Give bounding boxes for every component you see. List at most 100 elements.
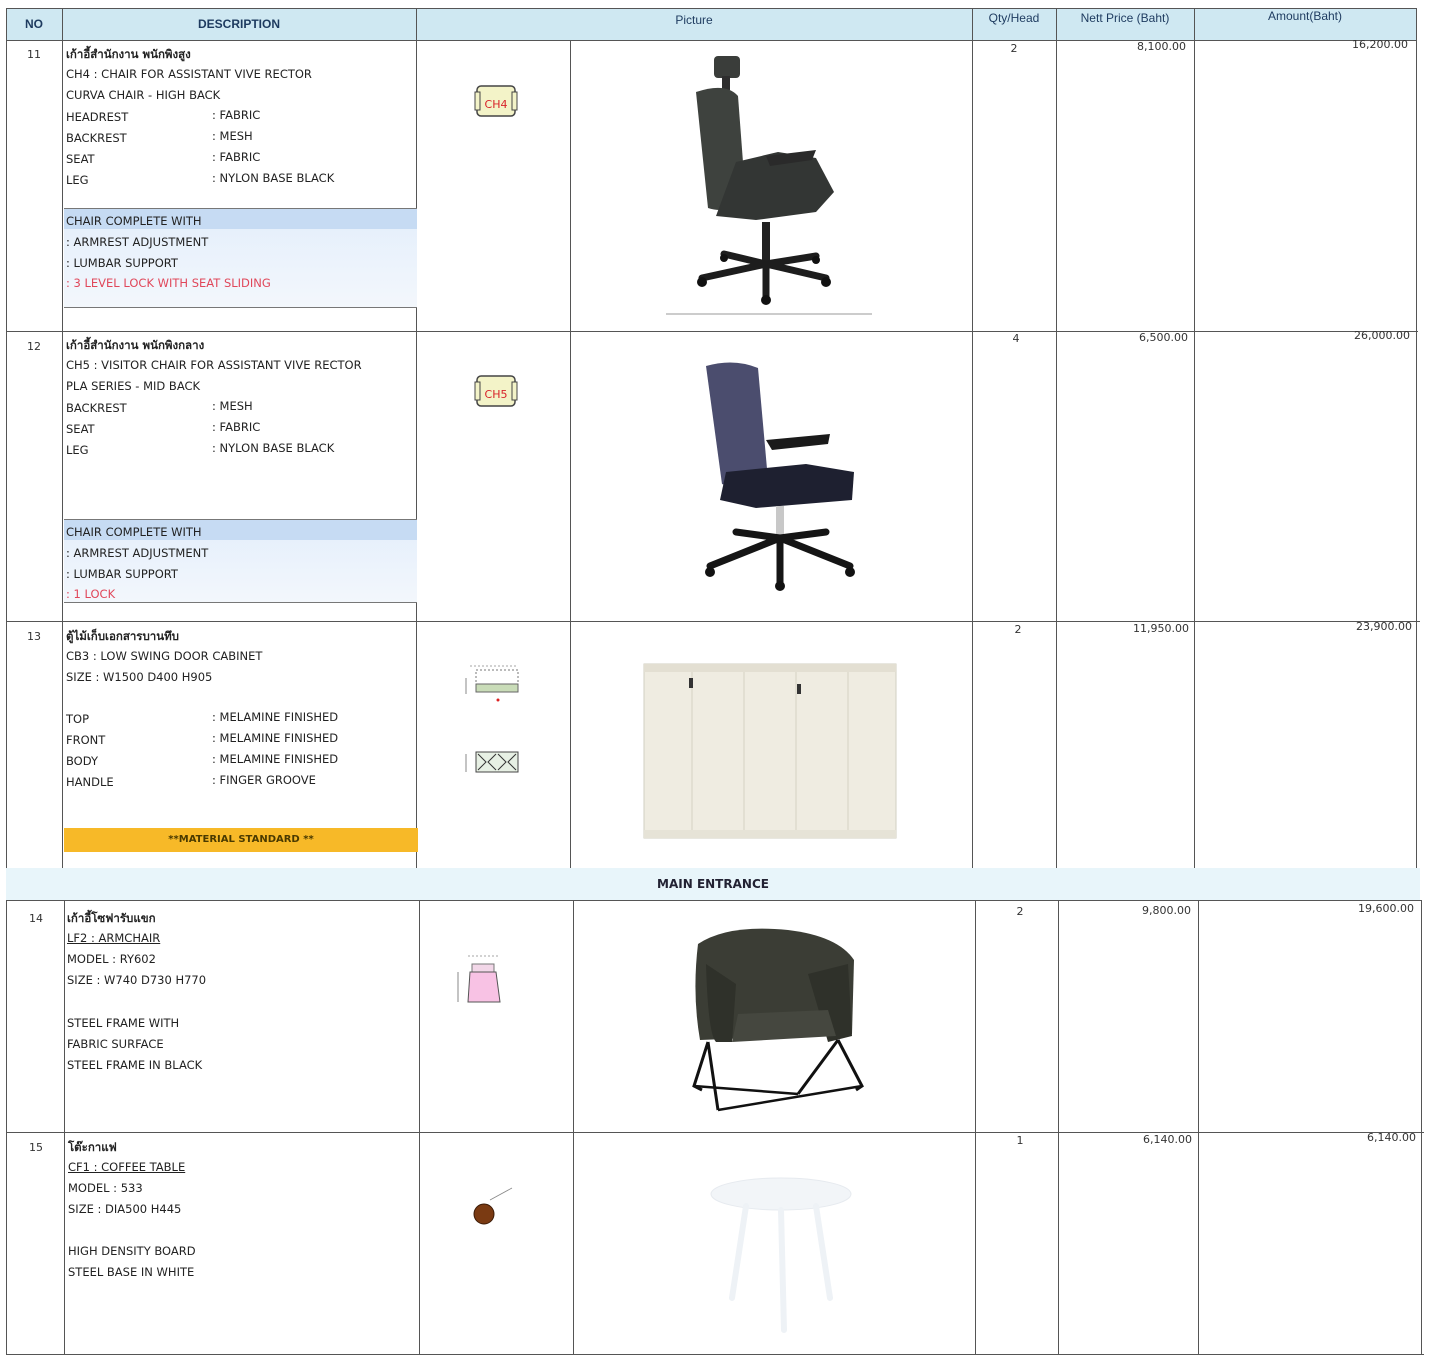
item-size: SIZE : DIA500 H445 [68,1202,182,1216]
price-value: 9,800.00 [1142,904,1191,917]
feature-item: : ARMREST ADJUSTMENT [66,546,209,560]
item-model: MODEL : 533 [68,1181,143,1195]
spec-value: : MESH [212,129,253,143]
spec-value: : FABRIC [212,108,261,122]
price-value: 6,500.00 [1139,331,1188,344]
item-note: HIGH DENSITY BOARD [68,1244,196,1258]
item-code: CH5 : VISITOR CHAIR FOR ASSISTANT VIVE R… [66,358,362,372]
feature-item: : LUMBAR SUPPORT [66,567,178,581]
grid-line [1058,900,1059,1355]
spec-value: : MELAMINE FINISHED [212,710,339,724]
grid-line [975,900,976,1355]
plan-tag-text: CH4 [485,98,508,111]
grid-line [1416,8,1417,868]
amount-value: 26,000.00 [1354,329,1410,342]
item-note: FABRIC SURFACE [67,1037,164,1051]
qty-value: 1 [1016,1134,1024,1147]
header-price: Nett Price (Baht) [1080,11,1170,25]
spec-key: BACKREST [66,401,127,415]
item-number: 15 [29,1141,43,1154]
item-note: STEEL BASE IN WHITE [68,1265,195,1279]
chair-complete-box: CHAIR COMPLETE WITH : ARMREST ADJUSTMENT… [64,208,417,308]
item-thai-name: เก้าอี้โซฟารับแขก [67,911,156,925]
spec-value: : MELAMINE FINISHED [212,731,339,745]
amount-value: 19,600.00 [1358,902,1414,915]
chair-complete-box: CHAIR COMPLETE WITH : ARMREST ADJUSTMENT… [64,519,417,603]
item-number: 12 [27,340,41,353]
material-standard-banner: **MATERIAL STANDARD ** [64,828,418,852]
spec-key: FRONT [66,733,106,747]
grid-line [6,900,1422,901]
item-code: CH4 : CHAIR FOR ASSISTANT VIVE RECTOR [66,67,312,81]
spec-value: : FABRIC [212,150,261,164]
spec-value: : NYLON BASE BLACK [212,171,335,185]
header-description: DESCRIPTION [197,17,280,31]
grid-line [64,900,65,1355]
item-model: PLA SERIES - MID BACK [66,379,201,393]
spec-key: LEG [66,173,89,187]
header-amount: Amount(Baht) [1267,9,1343,23]
chair-complete-heading: CHAIR COMPLETE WITH [66,525,202,539]
cabinet-cb3-image [643,663,897,839]
grid-line [573,900,574,1355]
grid-line [972,8,973,868]
spec-key: HEADREST [66,110,129,124]
item-code: CF1 : COFFEE TABLE [68,1160,186,1174]
qty-value: 4 [1012,332,1020,345]
item-model: MODEL : RY602 [67,952,156,966]
spec-key: SEAT [66,422,95,436]
plan-icon-ch5: CH5 [474,375,518,407]
plan-tag-text: CH5 [485,388,508,401]
amount-value: 16,200.00 [1352,38,1408,51]
spec-value: : MELAMINE FINISHED [212,752,339,766]
feature-item: : ARMREST ADJUSTMENT [66,235,209,249]
item-note: STEEL FRAME IN BLACK [67,1058,203,1072]
spec-key: LEG [66,443,89,457]
grid-line [1198,900,1199,1355]
spec-key: BACKREST [66,131,127,145]
chair-ch4-image [666,56,872,315]
spec-key: TOP [66,712,90,726]
plan-icon-cabinet-front [465,751,519,773]
item-number: 11 [27,48,41,61]
spec-value: : FABRIC [212,420,261,434]
feature-item: : 1 LOCK [66,587,116,601]
item-number: 14 [29,912,43,925]
item-thai-name: โต๊ะกาแฟ [68,1140,117,1154]
amount-value: 23,900.00 [1356,620,1412,633]
grid-line [62,8,63,868]
item-note: STEEL FRAME WITH [67,1016,180,1030]
grid-line [1194,8,1195,868]
plan-icon-armchair [457,955,501,1003]
chair-ch5-image [705,362,855,591]
grid-line [416,8,417,868]
section-main-entrance: MAIN ENTRANCE [6,868,1420,900]
grid-line [419,900,420,1355]
price-value: 8,100.00 [1137,40,1186,53]
item-size: SIZE : W1500 D400 H905 [66,670,213,684]
qty-value: 2 [1016,905,1024,918]
item-size: SIZE : W740 D730 H770 [67,973,207,987]
coffee-table-cf1-image [710,1177,852,1333]
item-thai-name: เก้าอี้สำนักงาน พนักพิงสูง [66,47,191,61]
grid-line [6,8,1416,9]
spec-key: SEAT [66,152,95,166]
grid-line [6,1354,1424,1355]
price-value: 6,140.00 [1143,1133,1192,1146]
chair-complete-heading: CHAIR COMPLETE WITH [66,214,202,228]
qty-value: 2 [1010,42,1018,55]
header-no: NO [25,17,43,31]
item-number: 13 [27,630,41,643]
header-qty: Qty/Head [988,11,1040,25]
spec-value: : NYLON BASE BLACK [212,441,335,455]
grid-line [1421,900,1422,1355]
grid-line [6,8,7,1355]
amount-value: 6,140.00 [1367,1131,1416,1144]
feature-item: : 3 LEVEL LOCK WITH SEAT SLIDING [66,276,271,290]
plan-icon-coffee-table [473,1187,513,1225]
plan-icon-ch4: CH4 [474,85,518,117]
spec-value: : MESH [212,399,253,413]
spec-key: HANDLE [66,775,114,789]
item-code: LF2 : ARMCHAIR [67,931,161,945]
feature-item: : LUMBAR SUPPORT [66,256,178,270]
